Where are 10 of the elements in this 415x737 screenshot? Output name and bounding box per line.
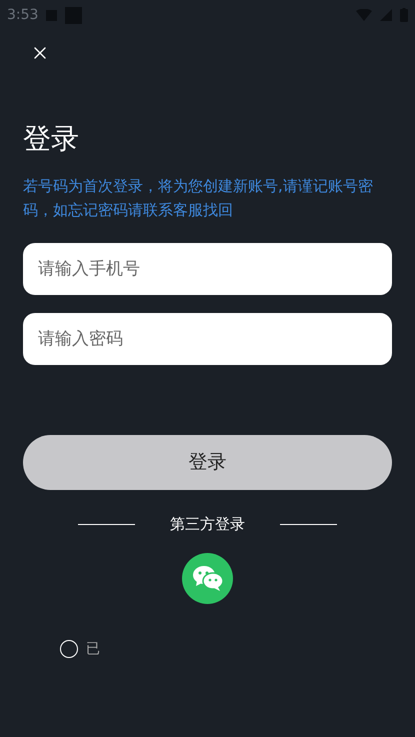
agreement-text: 已 (86, 640, 100, 658)
wechat-login-button[interactable] (182, 552, 233, 604)
password-field[interactable]: 请输入密码 (23, 313, 392, 365)
third-party-label: 第三方登录 (170, 514, 245, 535)
notice-text: 若号码为首次登录，将为您创建新账号,请谨记账号密码，如忘记密码请联系客服找回 (23, 176, 374, 221)
status-time: 3:53 (7, 6, 38, 24)
chat-bubbles-icon (192, 565, 222, 591)
phone-field[interactable]: 请输入手机号 (23, 243, 392, 295)
agreement-radio[interactable] (60, 640, 78, 658)
page-title: 登录 (23, 121, 80, 157)
